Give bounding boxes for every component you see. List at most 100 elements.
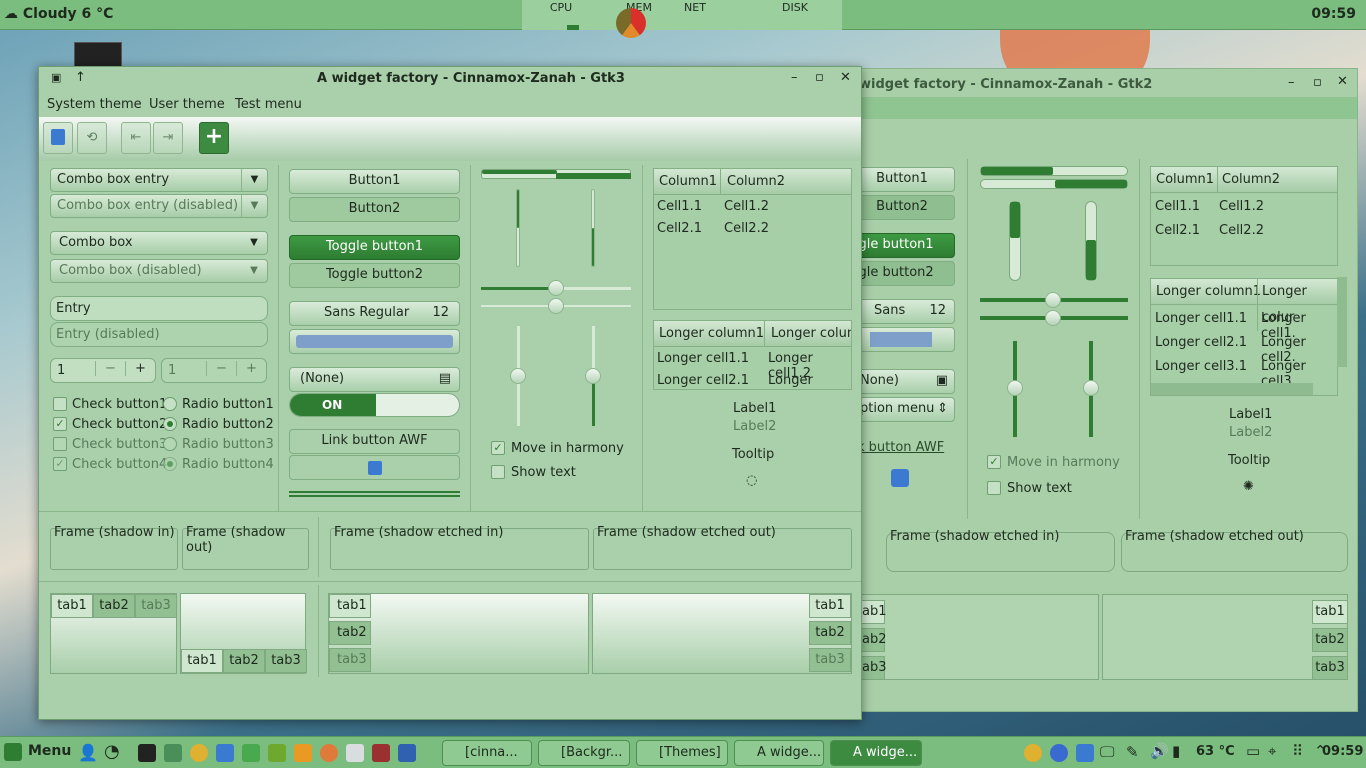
chrome-icon[interactable] [190,744,208,762]
tab1[interactable]: tab1 [181,649,223,673]
clock-history-icon[interactable]: ◔ [104,741,120,762]
image-button[interactable] [289,455,460,480]
display-icon[interactable]: 🖵 [1100,743,1114,761]
menu-button[interactable]: Menu [28,743,71,759]
search-icon[interactable] [346,744,364,762]
table-cell[interactable]: Cell1.2 [724,199,769,214]
gtk2-notebook-right[interactable]: tab1 tab2 tab3 [1102,594,1348,680]
switch[interactable]: ON [289,393,460,417]
vscale2-knob[interactable] [585,368,601,384]
toolbar-app-icon[interactable] [43,122,73,154]
table-cell[interactable]: Longer cell2.2 [768,373,851,389]
check-button1[interactable] [53,397,67,411]
button1[interactable]: Button1 [289,169,460,194]
close-icon[interactable]: ✕ [1337,74,1348,89]
menu-user-theme[interactable]: User theme [149,97,225,112]
gtk2-window[interactable]: widget factory - Cinnamox-Zanah - Gtk2 –… [828,68,1358,712]
gtk2-color-button[interactable] [849,327,955,352]
gtk2-vscrollbar[interactable] [1337,277,1347,367]
gtk3-window[interactable]: ▣ ↑ A widget factory - Cinnamox-Zanah - … [38,66,862,720]
maximize-icon[interactable]: ▫ [815,70,824,85]
harmony-check[interactable]: ✓ [491,441,505,455]
chevron-down-icon[interactable]: ▼ [241,232,267,254]
tab2[interactable]: tab2 [329,621,371,645]
minimize-icon[interactable]: – [1288,75,1295,90]
gtk2-rtab1[interactable]: tab1 [1312,600,1348,624]
go-first-icon[interactable]: ⇤ [121,122,151,154]
add-icon[interactable]: + [199,122,229,154]
grid-icon[interactable]: ⠿ [1292,742,1303,760]
table-cell[interactable]: Cell1.1 [1155,199,1200,214]
tool-icon[interactable] [268,744,286,762]
table-cell[interactable]: Cell2.2 [1219,223,1264,238]
tab2[interactable]: tab2 [93,594,135,618]
mail-icon[interactable] [216,744,234,762]
go-last-icon[interactable]: ⇥ [153,122,183,154]
table-cell[interactable]: Cell2.2 [724,221,769,236]
task-backgrounds[interactable]: [Backgr... [538,740,630,766]
gtk2-tree2[interactable]: Longer column1 Longer colur Longer cell1.… [1150,278,1338,396]
gtk2-notebook-left[interactable]: ab1 ab2 ab3 [857,594,1099,680]
battery-icon[interactable]: ▮ [1172,742,1180,760]
tab3[interactable]: tab3 [329,648,371,672]
gtk2-link-button[interactable]: k button AWF [857,440,944,455]
app-icon[interactable] [372,744,390,762]
clock[interactable]: 09:59 [1311,6,1356,22]
radio-button2[interactable] [163,417,177,431]
link-button[interactable]: Link button AWF [289,429,460,454]
task-themes[interactable]: [Themes] [636,740,728,766]
maximize-icon[interactable]: ▫ [1313,75,1322,90]
user-icon[interactable]: 👤 [78,743,98,762]
pin-icon[interactable]: ▣ [51,71,61,84]
gtk2-rtab2[interactable]: tab2 [1312,628,1348,652]
windows-icon[interactable]: ▭ [1246,742,1260,760]
gtk2-vscale1-knob[interactable] [1007,380,1023,396]
entry-field[interactable]: Entry [50,296,268,321]
check-button2[interactable]: ✓ [53,417,67,431]
tab2[interactable]: tab2 [223,649,265,673]
table-cell[interactable]: Cell1.1 [657,199,702,214]
notebook-top[interactable]: tab1 tab2 tab3 [50,593,177,674]
gtk2-file-button[interactable]: None) ▣ [849,369,955,394]
file-chooser-button[interactable]: (None) ▤ [289,367,460,392]
gtk2-vscale2-knob[interactable] [1083,380,1099,396]
tree-view2[interactable]: Longer column1 Longer colum Longer cell1.… [653,320,852,390]
toggle-button2[interactable]: Toggle button2 [289,263,460,288]
tab1[interactable]: tab1 [51,594,93,618]
monitor-desktop-icon[interactable] [74,42,122,68]
tab1[interactable]: tab1 [329,594,371,618]
refresh-icon[interactable]: ⟲ [77,122,107,154]
table-cell[interactable]: Cell1.2 [1219,199,1264,214]
taskbar-clock[interactable]: 09:59 [1322,744,1363,759]
notebook-left[interactable]: tab1 tab2 tab3 [328,593,589,674]
gtk2-hscrollbar[interactable] [1151,383,1313,395]
vscale1-knob[interactable] [510,368,526,384]
chevron-down-icon[interactable]: ▼ [241,169,267,191]
minimize-icon[interactable]: – [791,70,798,85]
task-widget-factory-gtk2[interactable]: A widge... [830,740,922,766]
app-icon[interactable] [320,744,338,762]
gtk2-button2[interactable]: Button2 [849,195,955,220]
gtk2-tree1[interactable]: Column1 Column2 Cell1.1 Cell1.2 Cell2.1 C… [1150,166,1338,266]
table-cell[interactable]: Longer cell2.1 [657,373,749,388]
chrome-tray-icon[interactable] [1024,744,1042,762]
gtk2-hscale1-knob[interactable] [1045,292,1061,308]
show-text-check[interactable] [491,465,505,479]
weather-applet[interactable]: ☁ Cloudy 6 °C [4,6,113,22]
hscale1-knob[interactable] [548,280,564,296]
task-cinnamon[interactable]: [cinna... [442,740,532,766]
table-cell[interactable]: Cell2.1 [657,221,702,236]
table-cell[interactable]: Cell2.1 [1155,223,1200,238]
terminal-icon[interactable] [138,744,156,762]
app-icon[interactable] [242,744,260,762]
above-icon[interactable]: ↑ [75,70,86,85]
tab3[interactable]: tab3 [809,648,851,672]
gtk2-harmony-check[interactable]: ✓ [987,455,1001,469]
close-icon[interactable]: ✕ [840,70,851,85]
gtk2-font-button[interactable]: Sans 12 [849,299,955,324]
tab3[interactable]: tab3 [265,649,307,673]
spin-button[interactable]: 1 − + [50,358,156,383]
gtk2-rtab3[interactable]: tab3 [1312,656,1348,680]
plus-icon[interactable]: + [125,361,155,376]
toggle-button1[interactable]: Toggle button1 [289,235,460,260]
